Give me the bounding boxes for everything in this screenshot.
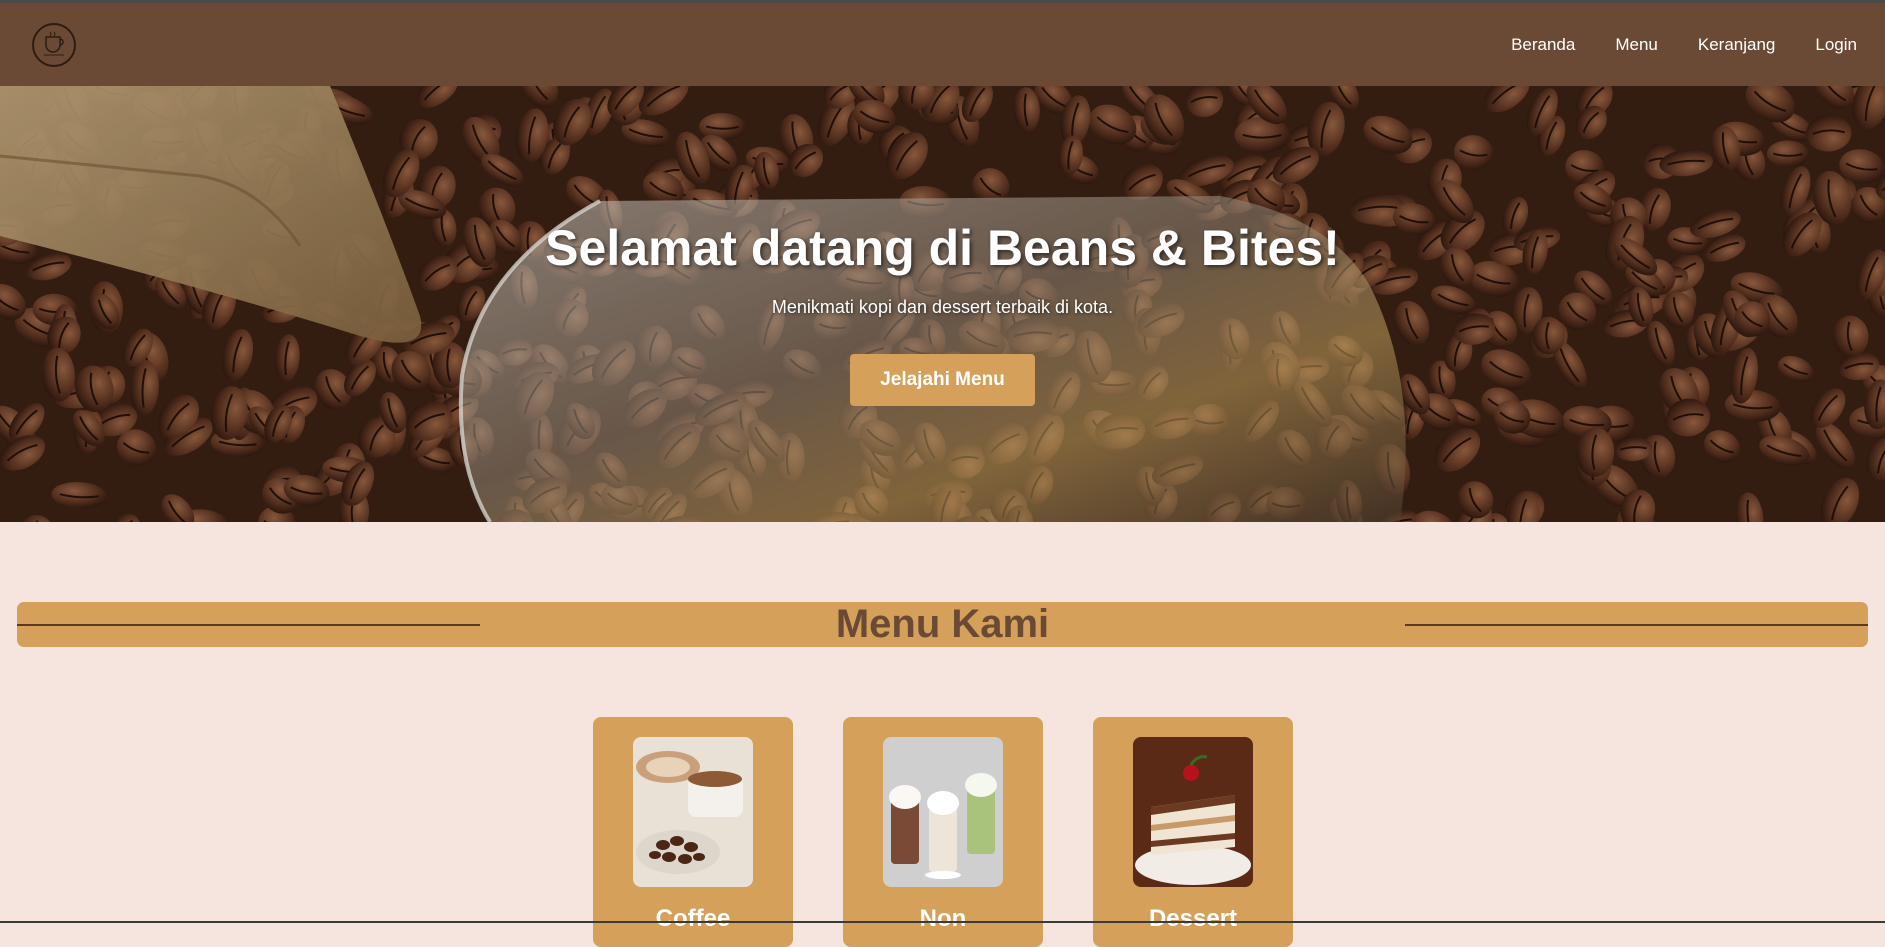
nav-link-keranjang[interactable]: Keranjang (1698, 35, 1776, 55)
category-label-non-coffee: Non (843, 905, 1043, 933)
category-card-dessert[interactable]: Dessert (1093, 717, 1293, 947)
nav-link-login[interactable]: Login (1815, 35, 1857, 55)
category-label-dessert: Dessert (1093, 905, 1293, 933)
coffee-cup-icon (36, 27, 72, 63)
explore-menu-button[interactable]: Jelajahi Menu (850, 354, 1035, 406)
hero-title: Selamat datang di Beans & Bites! (545, 219, 1340, 277)
menu-section-header: Menu Kami (17, 602, 1868, 647)
nav-link-menu[interactable]: Menu (1615, 35, 1658, 55)
nav-links: Beranda Menu Keranjang Login (1511, 35, 1857, 55)
brand-logo[interactable] (32, 23, 76, 67)
divider-line-right (1405, 624, 1868, 626)
nav-link-beranda[interactable]: Beranda (1511, 35, 1575, 55)
divider-line-left (17, 624, 480, 626)
dessert-image (1133, 737, 1253, 887)
non-coffee-drinks-image (883, 737, 1003, 887)
navbar: Beranda Menu Keranjang Login (0, 0, 1885, 86)
hero-banner: Selamat datang di Beans & Bites! Menikma… (0, 86, 1885, 522)
category-card-coffee[interactable]: Coffee (593, 717, 793, 947)
menu-section-title: Menu Kami (836, 602, 1049, 647)
coffee-image (633, 737, 753, 887)
category-card-non-coffee[interactable]: Non (843, 717, 1043, 947)
hero-subtitle: Menikmati kopi dan dessert terbaik di ko… (772, 297, 1113, 318)
hero-content: Selamat datang di Beans & Bites! Menikma… (0, 86, 1885, 522)
category-label-coffee: Coffee (593, 905, 793, 933)
